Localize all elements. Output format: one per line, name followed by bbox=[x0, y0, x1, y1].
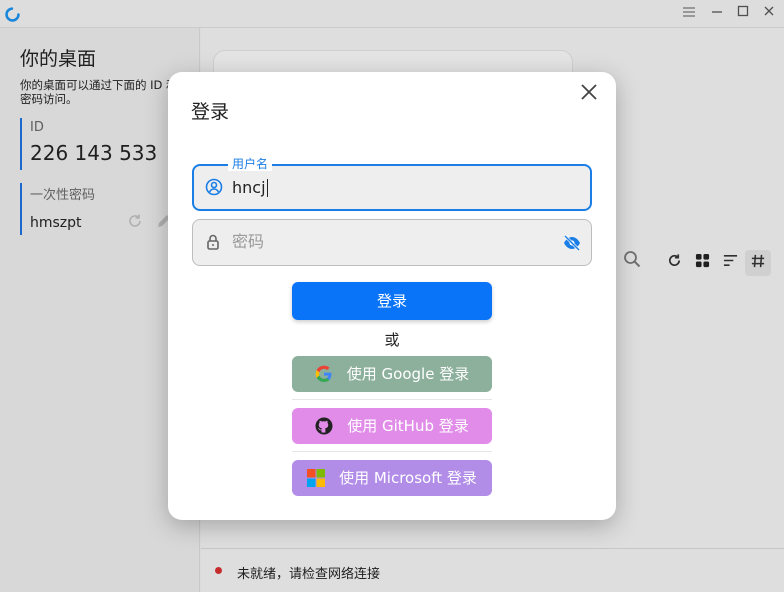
password-field[interactable]: 密码 bbox=[192, 219, 592, 266]
username-label: 用户名 bbox=[228, 157, 273, 171]
username-input[interactable]: hncj bbox=[232, 179, 268, 197]
login-dialog: 登录 用户名 hncj 密码 登录 或 使用 Google 登录 使用 GitH… bbox=[168, 72, 616, 520]
user-icon bbox=[205, 178, 223, 196]
microsoft-icon bbox=[307, 469, 326, 487]
login-button[interactable]: 登录 bbox=[292, 282, 492, 320]
lock-icon bbox=[207, 234, 219, 250]
eye-off-icon[interactable] bbox=[563, 234, 581, 252]
github-login-label: 使用 GitHub 登录 bbox=[347, 417, 469, 435]
github-login-button[interactable]: 使用 GitHub 登录 bbox=[292, 408, 492, 444]
google-login-button[interactable]: 使用 Google 登录 bbox=[292, 356, 492, 392]
microsoft-login-label: 使用 Microsoft 登录 bbox=[339, 469, 477, 487]
microsoft-login-button[interactable]: 使用 Microsoft 登录 bbox=[292, 460, 492, 496]
dialog-close-icon[interactable] bbox=[576, 82, 602, 108]
button-separator bbox=[292, 399, 492, 400]
password-input[interactable]: 密码 bbox=[232, 233, 264, 251]
or-divider-text: 或 bbox=[384, 331, 400, 349]
username-field[interactable]: 用户名 hncj bbox=[192, 157, 592, 211]
button-separator bbox=[292, 451, 492, 452]
google-login-label: 使用 Google 登录 bbox=[346, 365, 470, 383]
github-icon bbox=[315, 417, 333, 435]
dialog-title: 登录 bbox=[191, 101, 230, 123]
google-icon bbox=[315, 365, 332, 382]
